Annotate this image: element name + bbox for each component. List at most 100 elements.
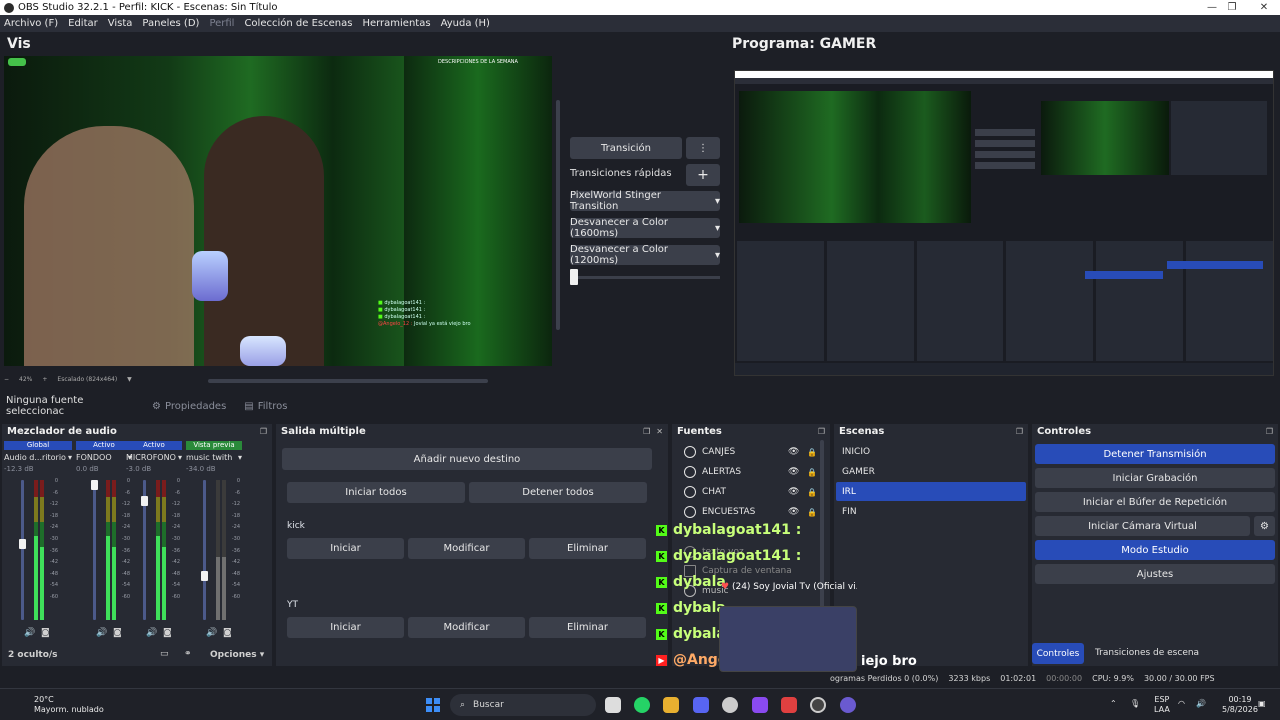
lock-icon[interactable]: 🔒 <box>807 488 817 497</box>
eye-icon[interactable]: 👁 <box>788 447 799 457</box>
properties-button[interactable]: ⚙ Propiedades <box>152 401 226 412</box>
tab-scene-transitions[interactable]: Transiciones de escena <box>1095 648 1199 658</box>
scene-item[interactable]: FIN <box>836 502 1026 521</box>
chatgpt-icon[interactable] <box>722 697 738 713</box>
undock-icon[interactable]: ❐ <box>1016 427 1023 436</box>
monitor-icon[interactable]: ◙ <box>223 628 232 638</box>
tbar-track[interactable] <box>570 276 720 279</box>
zoom-out-button[interactable]: − <box>4 376 9 383</box>
whatsapp-icon[interactable] <box>634 697 650 713</box>
source-item[interactable]: CANJES 👁 🔒 <box>676 442 826 462</box>
start-all-button[interactable]: Iniciar todos <box>287 482 465 503</box>
monitor-icon[interactable]: ◙ <box>41 628 50 638</box>
volume-fader-knob[interactable] <box>141 495 148 506</box>
editor-icon[interactable] <box>752 697 768 713</box>
tray-chevron-icon[interactable]: ⌃ <box>1110 699 1117 709</box>
menu-paneles[interactable]: Paneles (D) <box>142 18 199 29</box>
channel-name[interactable]: FONDOO ▾ <box>76 453 132 462</box>
channel-name[interactable]: MICROFONO ▾ <box>126 453 182 462</box>
browser-thumbnail[interactable] <box>719 606 857 672</box>
preview-scrollbar[interactable] <box>208 379 488 383</box>
transition-button[interactable]: Transición <box>570 137 682 159</box>
volume-fader-track[interactable] <box>203 480 206 620</box>
lock-icon[interactable]: 🔒 <box>807 468 817 477</box>
menu-archivo[interactable]: Archivo (F) <box>4 18 58 29</box>
target-delete-button[interactable]: Eliminar <box>529 538 646 559</box>
scene-item[interactable]: INICIO <box>836 442 1026 461</box>
language-indicator[interactable]: ESP LAA <box>1154 695 1170 715</box>
gear-icon[interactable]: ⚙ <box>1254 516 1275 536</box>
weather-widget[interactable]: 20°C Mayorm. nublado <box>14 695 104 715</box>
filters-button[interactable]: ▤ Filtros <box>244 401 287 412</box>
link-icon[interactable]: ⚭ <box>184 649 192 659</box>
target-start-button[interactable]: Iniciar <box>287 617 404 638</box>
stop-all-button[interactable]: Detener todos <box>469 482 647 503</box>
menu-editar[interactable]: Editar <box>68 18 98 29</box>
microphone-icon[interactable]: 🎙 <box>1130 699 1140 709</box>
scene-item-selected[interactable]: IRL <box>836 482 1026 501</box>
channel-name[interactable]: Audio d...ritorio ▾ <box>4 453 72 462</box>
options-button[interactable]: Opciones ▾ <box>210 650 264 660</box>
maximize-button[interactable]: ❐ <box>1216 0 1248 15</box>
source-item[interactable]: ENCUESTAS 👁 🔒 <box>676 502 826 522</box>
menu-perfil[interactable]: Perfil <box>209 18 234 29</box>
speaker-icon[interactable]: 🔊 <box>24 628 35 638</box>
volume-fader-track[interactable] <box>93 480 96 620</box>
volume-icon[interactable]: 🔊 <box>1196 699 1206 709</box>
clock[interactable]: 00:19 5/8/2026 <box>1222 695 1258 715</box>
speaker-icon[interactable]: 🔊 <box>206 628 217 638</box>
eye-icon[interactable]: 👁 <box>788 487 799 497</box>
tbar-knob[interactable] <box>570 269 578 285</box>
target-start-button[interactable]: Iniciar <box>287 538 404 559</box>
virtual-camera-button[interactable]: Iniciar Cámara Virtual <box>1035 516 1250 536</box>
volume-fader-knob[interactable] <box>201 571 208 581</box>
eye-icon[interactable]: 👁 <box>788 507 799 517</box>
browser-thumb-title[interactable]: ♥ (24) Soy Jovial Tv (Oficial vi... <box>721 582 857 592</box>
close-button[interactable]: ✕ <box>1248 0 1280 15</box>
monitor-icon[interactable]: ◙ <box>163 628 172 638</box>
transition-item-1[interactable]: Desvanecer a Color (1600ms) ▾ <box>570 217 720 239</box>
undock-icon[interactable]: ❐ <box>643 427 650 436</box>
channel-name[interactable]: music twith ▾ <box>186 453 242 462</box>
target-delete-button[interactable]: Eliminar <box>529 617 646 638</box>
stop-streaming-button[interactable]: Detener Transmisión <box>1035 444 1275 464</box>
speaker-icon[interactable]: 🔊 <box>146 628 157 638</box>
monitor-icon[interactable]: ◙ <box>113 628 122 638</box>
volume-fader-knob[interactable] <box>19 538 26 549</box>
menu-vista[interactable]: Vista <box>108 18 133 29</box>
app-icon[interactable] <box>840 697 856 713</box>
browser-icon[interactable] <box>781 697 797 713</box>
discord-icon[interactable] <box>693 697 709 713</box>
lock-icon[interactable]: 🔒 <box>807 508 817 517</box>
windows-start-icon[interactable] <box>426 698 440 712</box>
eye-icon[interactable]: 👁 <box>788 467 799 477</box>
add-destination-button[interactable]: Añadir nuevo destino <box>282 448 652 470</box>
replay-buffer-button[interactable]: Iniciar el Búfer de Repetición <box>1035 492 1275 512</box>
tab-controls[interactable]: Controles <box>1032 643 1084 664</box>
scene-item[interactable]: GAMER <box>836 462 1026 481</box>
transition-menu-button[interactable]: ⋮ <box>686 137 720 159</box>
source-item[interactable]: CHAT 👁 🔒 <box>676 482 826 502</box>
layout-icon[interactable]: ▭ <box>160 649 169 659</box>
task-view-icon[interactable] <box>605 697 621 713</box>
transition-item-2[interactable]: Desvanecer a Color (1200ms) ▾ <box>570 244 720 266</box>
undock-icon[interactable]: ❐ <box>1266 427 1273 436</box>
speaker-icon[interactable]: 🔊 <box>96 628 107 638</box>
chevron-down-icon[interactable]: ▼ <box>127 376 132 383</box>
menu-ayuda[interactable]: Ayuda (H) <box>441 18 490 29</box>
lock-icon[interactable]: 🔒 <box>807 448 817 457</box>
search-box[interactable]: ⌕ Buscar <box>450 694 596 716</box>
zoom-in-button[interactable]: + <box>42 376 47 383</box>
target-edit-button[interactable]: Modificar <box>408 617 525 638</box>
preview-vscrollbar[interactable] <box>556 100 560 330</box>
studio-mode-button[interactable]: Modo Estudio <box>1035 540 1275 560</box>
obs-taskbar-icon[interactable] <box>810 697 826 713</box>
menu-coleccion-escenas[interactable]: Colección de Escenas <box>244 18 352 29</box>
settings-button[interactable]: Ajustes <box>1035 564 1275 584</box>
undock-icon[interactable]: ❐ <box>260 427 267 436</box>
undock-icon[interactable]: ❐ <box>818 427 825 436</box>
notification-icon[interactable]: ▣ <box>1258 699 1266 709</box>
menu-herramientas[interactable]: Herramientas <box>362 18 430 29</box>
volume-fader-knob[interactable] <box>91 480 98 490</box>
target-edit-button[interactable]: Modificar <box>408 538 525 559</box>
